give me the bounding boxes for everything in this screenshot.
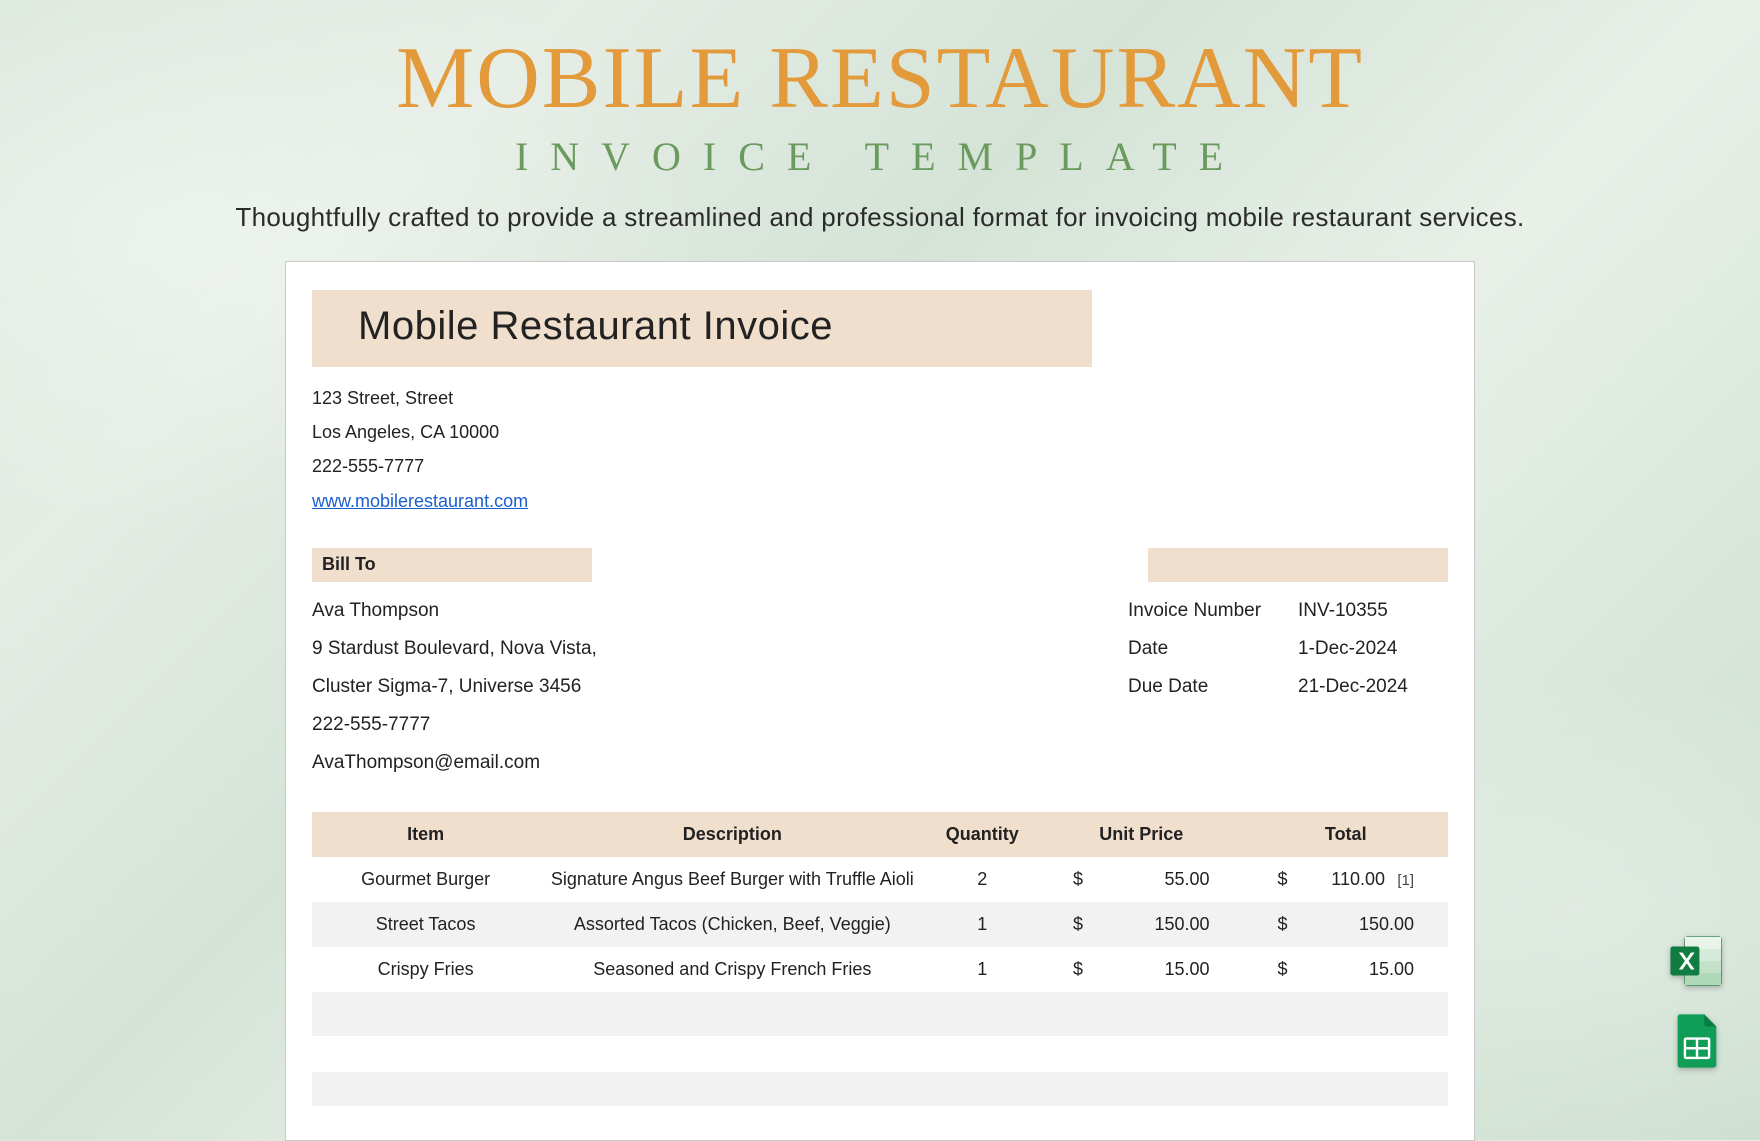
invoice-date-value: 1-Dec-2024	[1298, 630, 1448, 668]
company-address-1: 123 Street, Street	[312, 381, 1448, 415]
invoice-number-value: INV-10355	[1298, 592, 1448, 630]
cell-quantity: 2	[925, 857, 1039, 902]
invoice-meta-band	[1148, 548, 1448, 582]
cell-description: Assorted Tacos (Chicken, Beef, Veggie)	[539, 902, 925, 947]
col-total: Total	[1244, 812, 1449, 857]
cell-unit-price: $150.00	[1039, 902, 1243, 947]
bill-meta-header-row: Bill To	[312, 548, 1448, 582]
table-row-empty	[312, 1036, 1448, 1072]
cell-total: $15.00	[1244, 947, 1449, 992]
bill-and-meta: Ava Thompson 9 Stardust Boulevard, Nova …	[312, 592, 1448, 782]
bill-to-phone: 222-555-7777	[312, 706, 597, 744]
col-unit-price: Unit Price	[1039, 812, 1243, 857]
cell-item: Street Tacos	[312, 902, 539, 947]
cell-quantity: 1	[925, 902, 1039, 947]
bill-to-label: Bill To	[312, 548, 592, 582]
bill-to-name: Ava Thompson	[312, 592, 597, 630]
table-row-empty	[312, 1072, 1448, 1106]
cell-total: $110.00 [1]	[1244, 857, 1449, 902]
google-sheets-icon[interactable]	[1668, 1012, 1726, 1070]
export-format-icons	[1668, 932, 1726, 1070]
invoice-number-label: Invoice Number	[1128, 592, 1298, 630]
table-row-empty	[312, 992, 1448, 1036]
invoice-meta: Invoice Number INV-10355 Date 1-Dec-2024…	[1128, 592, 1448, 782]
cell-item: Crispy Fries	[312, 947, 539, 992]
bill-to-address-2: Cluster Sigma-7, Universe 3456	[312, 668, 597, 706]
invoice-due-date-value: 21-Dec-2024	[1298, 668, 1448, 706]
cell-description: Signature Angus Beef Burger with Truffle…	[539, 857, 925, 902]
cell-unit-price: $55.00	[1039, 857, 1243, 902]
invoice-title-band: Mobile Restaurant Invoice	[312, 290, 1092, 367]
cell-total: $150.00	[1244, 902, 1449, 947]
bill-to-block: Ava Thompson 9 Stardust Boulevard, Nova …	[312, 592, 597, 782]
cell-unit-price: $15.00	[1039, 947, 1243, 992]
company-address-2: Los Angeles, CA 10000	[312, 415, 1448, 449]
bill-to-email: AvaThompson@email.com	[312, 744, 597, 782]
col-item: Item	[312, 812, 539, 857]
company-phone: 222-555-7777	[312, 449, 1448, 483]
page-title: MOBILE RESTAURANT	[0, 28, 1760, 129]
table-row: Crispy FriesSeasoned and Crispy French F…	[312, 947, 1448, 992]
col-description: Description	[539, 812, 925, 857]
invoice-title: Mobile Restaurant Invoice	[332, 304, 833, 348]
company-website-link[interactable]: www.mobilerestaurant.com	[312, 491, 528, 511]
invoice-due-date-label: Due Date	[1128, 668, 1298, 706]
bill-to-address-1: 9 Stardust Boulevard, Nova Vista,	[312, 630, 597, 668]
col-quantity: Quantity	[925, 812, 1039, 857]
table-row: Gourmet BurgerSignature Angus Beef Burge…	[312, 857, 1448, 902]
cell-item: Gourmet Burger	[312, 857, 539, 902]
page-tagline: Thoughtfully crafted to provide a stream…	[0, 202, 1760, 233]
cell-quantity: 1	[925, 947, 1039, 992]
page-header: MOBILE RESTAURANT INVOICE TEMPLATE Thoug…	[0, 0, 1760, 233]
invoice-document: Mobile Restaurant Invoice 123 Street, St…	[285, 261, 1475, 1141]
table-header-row: Item Description Quantity Unit Price Tot…	[312, 812, 1448, 857]
page-subtitle: INVOICE TEMPLATE	[0, 133, 1760, 180]
invoice-date-label: Date	[1128, 630, 1298, 668]
line-items-table: Item Description Quantity Unit Price Tot…	[312, 812, 1448, 1106]
table-row: Street TacosAssorted Tacos (Chicken, Bee…	[312, 902, 1448, 947]
cell-description: Seasoned and Crispy French Fries	[539, 947, 925, 992]
company-info: 123 Street, Street Los Angeles, CA 10000…	[312, 381, 1448, 518]
excel-icon[interactable]	[1668, 932, 1726, 990]
